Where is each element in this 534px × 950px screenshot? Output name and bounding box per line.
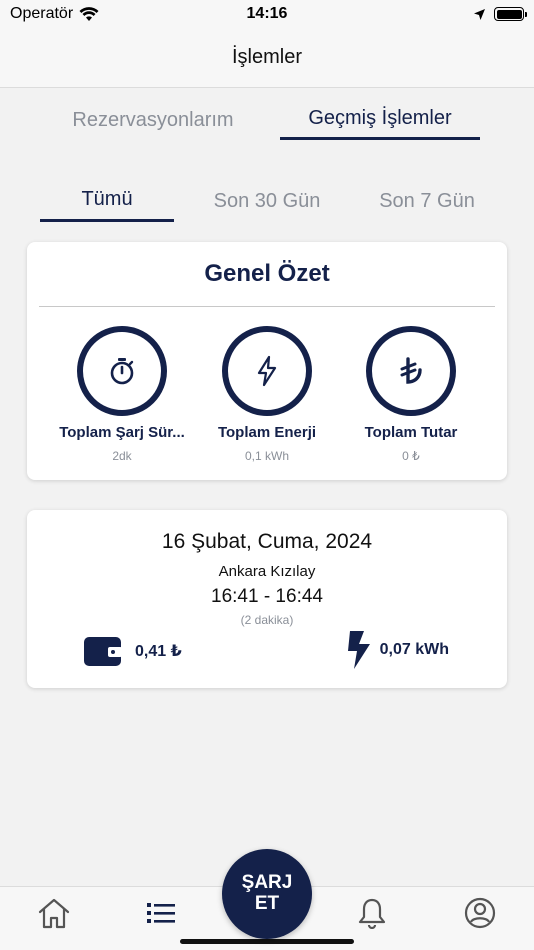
stat-circle: [77, 326, 167, 416]
summary-title: Genel Özet: [204, 260, 330, 287]
transaction-time-range: 16:41 - 16:44: [211, 586, 323, 607]
stat-value: 0,1 kWh: [244, 449, 289, 463]
stat-total-duration: Toplam Şarj Sür... 2dk: [47, 326, 197, 463]
transaction-amount: 0,41 ₺: [83, 634, 182, 668]
lightning-bolt-icon: [347, 631, 370, 669]
stopwatch-icon: [110, 358, 134, 385]
wifi-icon: [79, 6, 99, 21]
wallet-icon: [84, 637, 122, 666]
home-indicator: [180, 939, 354, 944]
transaction-energy: 0,07 kWh: [346, 630, 449, 670]
location-arrow-icon: [474, 8, 485, 20]
status-left: Operatör: [10, 5, 99, 23]
stat-value: 0 ₺: [402, 449, 420, 463]
profile-icon: [464, 897, 496, 929]
lira-icon: [400, 357, 422, 384]
transaction-card[interactable]: 16 Şubat, Cuma, 2024 Ankara Kızılay 16:4…: [27, 510, 507, 688]
battery-icon: [494, 7, 527, 21]
filter-tab-30-days[interactable]: Son 30 Gün: [200, 180, 334, 222]
lightning-icon: [257, 355, 277, 387]
charge-button[interactable]: ŞARJ ET: [222, 849, 312, 939]
page-title: İşlemler: [231, 46, 302, 68]
tab-notifications[interactable]: [347, 893, 397, 933]
stat-circle: [366, 326, 456, 416]
stat-total-amount: Toplam Tutar 0 ₺: [336, 326, 486, 463]
bell-icon: [358, 898, 386, 929]
status-right: [473, 7, 527, 21]
filter-tabs: Tümü Son 30 Gün Son 7 Gün: [0, 180, 534, 224]
summary-divider: [39, 306, 495, 307]
charge-button-label-line2: ET: [254, 893, 280, 914]
tab-past-transactions[interactable]: Geçmiş İşlemler: [280, 100, 480, 140]
list-icon: [147, 903, 175, 923]
transaction-location: Ankara Kızılay: [218, 563, 316, 580]
stat-label: Toplam Tutar: [364, 424, 458, 441]
stat-total-energy: Toplam Enerji 0,1 kWh: [192, 326, 342, 463]
tab-transactions[interactable]: [136, 893, 186, 933]
top-tabs: Rezervasyonlarım Geçmiş İşlemler: [0, 100, 534, 142]
carrier-name: Operatör: [10, 5, 74, 22]
tab-profile[interactable]: [455, 893, 505, 933]
transaction-amount-value: 0,41 ₺: [135, 643, 182, 660]
transaction-energy-value: 0,07 kWh: [379, 641, 449, 658]
charge-button-label-line1: ŞARJ: [241, 872, 293, 894]
stat-circle: [222, 326, 312, 416]
status-bar: Operatör 14:16: [0, 0, 534, 28]
tab-reservations[interactable]: Rezervasyonlarım: [60, 100, 246, 140]
home-icon: [38, 898, 70, 929]
stat-label: Toplam Şarj Sür...: [59, 424, 185, 441]
summary-card: Genel Özet Toplam Şarj Sür... 2dk Toplam…: [27, 242, 507, 480]
transaction-duration: (2 dakika): [240, 613, 294, 627]
transaction-date: 16 Şubat, Cuma, 2024: [161, 530, 373, 553]
filter-tab-all[interactable]: Tümü: [40, 180, 174, 222]
tab-home[interactable]: [29, 893, 79, 933]
stat-label: Toplam Enerji: [217, 424, 317, 441]
filter-tab-7-days[interactable]: Son 7 Gün: [360, 180, 494, 222]
nav-bar: İşlemler: [0, 28, 534, 88]
stat-value: 2dk: [112, 449, 132, 463]
